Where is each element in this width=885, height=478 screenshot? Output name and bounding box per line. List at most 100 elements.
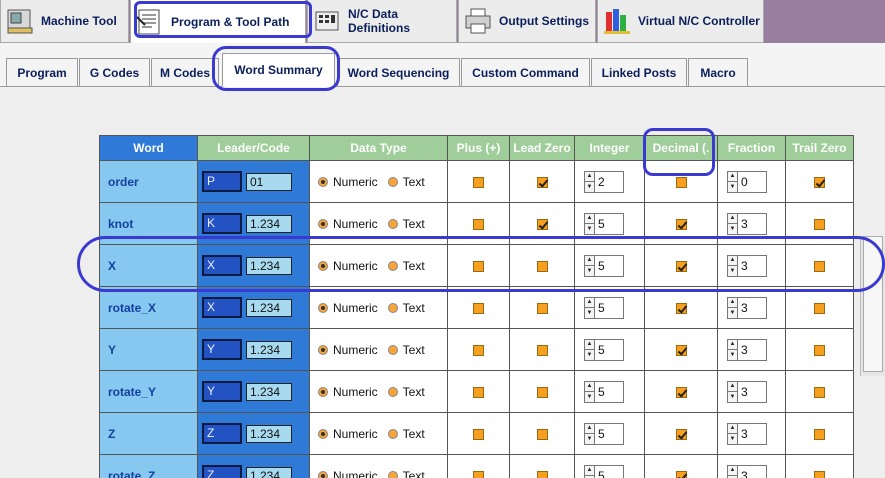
numeric-radio[interactable] — [318, 470, 328, 478]
integer-value[interactable]: 5 — [595, 380, 624, 403]
integer-value[interactable]: 5 — [595, 338, 624, 361]
tab-linked-posts[interactable]: Linked Posts — [591, 58, 687, 86]
spin-up-icon[interactable]: ▲ — [728, 256, 737, 266]
text-radio[interactable] — [387, 386, 398, 397]
leader-field[interactable]: P — [202, 171, 242, 192]
fraction-stepper[interactable]: ▲▼3 — [727, 212, 767, 235]
spin-up-icon[interactable]: ▲ — [585, 214, 594, 224]
text-radio[interactable] — [387, 470, 398, 478]
trail-zero-checkbox[interactable] — [814, 470, 825, 478]
fraction-stepper[interactable]: ▲▼3 — [727, 380, 767, 403]
code-field[interactable]: 1.234 — [246, 340, 292, 359]
column-header[interactable]: Fraction — [717, 135, 786, 161]
trail-zero-checkbox[interactable] — [814, 344, 825, 356]
numeric-radio[interactable] — [318, 302, 328, 313]
spin-up-icon[interactable]: ▲ — [585, 298, 594, 308]
tab-custom-command[interactable]: Custom Command — [461, 58, 590, 86]
integer-stepper[interactable]: ▲▼5 — [584, 212, 624, 235]
spin-buttons[interactable]: ▲▼ — [584, 380, 595, 403]
spin-buttons[interactable]: ▲▼ — [584, 212, 595, 235]
code-field[interactable]: 1.234 — [246, 466, 292, 478]
plus-checkbox[interactable] — [473, 302, 484, 314]
text-radio[interactable] — [387, 176, 398, 187]
spin-up-icon[interactable]: ▲ — [728, 214, 737, 224]
fraction-value[interactable]: 0 — [738, 170, 767, 193]
tab-word-sequencing[interactable]: Word Sequencing — [337, 58, 460, 86]
plus-checkbox[interactable] — [473, 470, 484, 478]
decimal-checkbox[interactable] — [675, 428, 687, 440]
fraction-stepper[interactable]: ▲ ▼ 0 — [727, 170, 767, 193]
spin-up-icon[interactable]: ▲ — [728, 298, 737, 308]
tab-nc-data-definitions[interactable]: N/C Data Definitions — [307, 0, 457, 43]
column-header[interactable]: Word — [99, 135, 198, 161]
word-name[interactable]: rotate_Z — [99, 454, 198, 478]
plus-checkbox[interactable] — [473, 176, 484, 188]
numeric-radio[interactable] — [318, 260, 328, 271]
word-name[interactable]: knot — [99, 202, 198, 245]
tab-program[interactable]: Program — [6, 58, 78, 86]
spin-buttons[interactable]: ▲▼ — [584, 170, 595, 193]
word-name[interactable]: rotate_X — [99, 286, 198, 329]
integer-stepper[interactable]: ▲▼5 — [584, 296, 624, 319]
numeric-radio[interactable] — [318, 176, 328, 187]
tab-virtual-nc-controller[interactable]: Virtual N/C Controller — [597, 0, 764, 43]
lead-zero-checkbox[interactable] — [536, 302, 548, 314]
lead-zero-checkbox[interactable] — [536, 218, 548, 230]
word-name[interactable]: Z — [99, 412, 198, 455]
leader-field[interactable]: Y — [202, 339, 242, 360]
tab-output-settings[interactable]: Output Settings — [458, 0, 596, 43]
integer-value[interactable]: 5 — [595, 422, 624, 445]
spin-up-icon[interactable]: ▲ — [728, 424, 737, 434]
spin-down-icon[interactable]: ▼ — [585, 181, 594, 192]
spin-up-icon[interactable]: ▲ — [585, 466, 594, 476]
spin-up-icon[interactable]: ▲ — [585, 256, 594, 266]
lead-zero-checkbox[interactable] — [536, 344, 548, 356]
integer-value[interactable]: 5 — [595, 296, 624, 319]
trail-zero-checkbox[interactable] — [814, 386, 825, 398]
leader-field[interactable]: K — [202, 213, 242, 234]
numeric-radio[interactable] — [318, 386, 328, 397]
leader-field[interactable]: X — [202, 255, 242, 276]
tab-g-codes[interactable]: G Codes — [79, 58, 150, 86]
spin-down-icon[interactable]: ▼ — [585, 265, 594, 276]
integer-value[interactable]: 5 — [595, 464, 624, 478]
spin-buttons[interactable]: ▲▼ — [727, 296, 738, 319]
tab-program-tool-path[interactable]: Program & Tool Path — [130, 0, 306, 44]
integer-value[interactable]: 5 — [595, 212, 624, 235]
table-row[interactable]: X X 1.234 Numeric Text ▲ ▼ 5 ▲ ▼ 3 — [99, 244, 854, 287]
tab-machine-tool[interactable]: Machine Tool — [0, 0, 129, 43]
table-row[interactable]: rotate_X X 1.234 Numeric Text ▲ ▼ 5 ▲ ▼ 3 — [99, 286, 854, 329]
plus-checkbox[interactable] — [473, 386, 484, 398]
vertical-scrollbar[interactable] — [860, 236, 885, 376]
table-row[interactable]: Y Y 1.234 Numeric Text ▲ ▼ 5 ▲ ▼ 3 — [99, 328, 854, 371]
decimal-checkbox[interactable] — [675, 386, 687, 398]
lead-zero-checkbox[interactable] — [536, 470, 548, 478]
fraction-stepper[interactable]: ▲▼3 — [727, 338, 767, 361]
fraction-value[interactable]: 3 — [738, 422, 767, 445]
decimal-checkbox[interactable] — [675, 302, 687, 314]
spin-buttons[interactable]: ▲▼ — [727, 422, 738, 445]
table-row[interactable]: knot K 1.234 Numeric Text ▲ ▼ 5 ▲ ▼ 3 — [99, 202, 854, 245]
lead-zero-checkbox[interactable] — [536, 260, 548, 272]
spin-down-icon[interactable]: ▼ — [728, 181, 737, 192]
spin-up-icon[interactable]: ▲ — [728, 382, 737, 392]
plus-checkbox[interactable] — [473, 428, 484, 440]
spin-buttons[interactable]: ▲▼ — [727, 380, 738, 403]
spin-buttons[interactable]: ▲▼ — [584, 254, 595, 277]
code-field[interactable]: 1.234 — [246, 256, 292, 275]
numeric-radio[interactable] — [318, 344, 328, 355]
lead-zero-checkbox[interactable] — [536, 176, 548, 188]
spin-buttons[interactable]: ▲▼ — [727, 212, 738, 235]
table-row[interactable]: rotate_Y Y 1.234 Numeric Text ▲ ▼ 5 ▲ ▼ 3 — [99, 370, 854, 413]
spin-up-icon[interactable]: ▲ — [728, 172, 737, 182]
word-name[interactable]: rotate_Y — [99, 370, 198, 413]
decimal-checkbox[interactable] — [675, 344, 687, 356]
column-header[interactable]: Data Type — [309, 135, 448, 161]
spin-buttons[interactable]: ▲▼ — [727, 254, 738, 277]
scrollbar-thumb[interactable] — [863, 236, 883, 372]
fraction-value[interactable]: 3 — [738, 464, 767, 478]
trail-zero-checkbox[interactable] — [814, 428, 825, 440]
integer-stepper[interactable]: ▲ ▼ 2 — [584, 170, 624, 193]
leader-field[interactable]: Y — [202, 381, 242, 402]
spin-up-icon[interactable]: ▲ — [728, 466, 737, 476]
